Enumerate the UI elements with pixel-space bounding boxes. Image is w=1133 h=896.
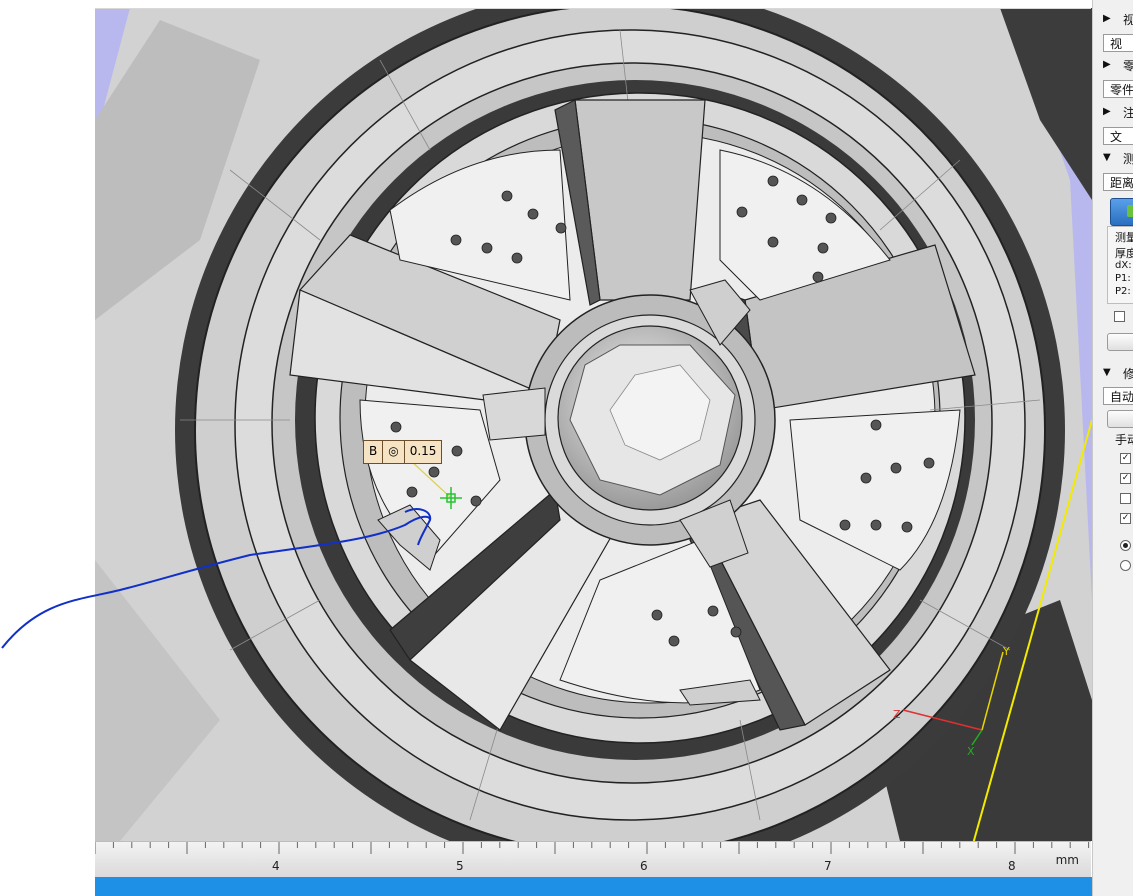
ruler-tick-4: 4 [272, 859, 280, 873]
option-checkbox-4[interactable]: ✓ [1120, 513, 1131, 524]
annotation-value: 0.15 [409, 444, 437, 458]
section-label: 视 [1123, 11, 1133, 28]
expand-arrow-icon: ▶ [1103, 13, 1111, 24]
repair-button[interactable] [1107, 410, 1133, 428]
option-radio-2[interactable] [1120, 560, 1131, 571]
part-field[interactable]: 零件 [1103, 80, 1133, 98]
measure-type-field[interactable]: 距离 [1103, 173, 1133, 191]
ruler: 4 5 6 7 8 mm [95, 841, 1091, 878]
panel-button[interactable] [1107, 333, 1133, 351]
measure-tool-button[interactable] [1110, 198, 1133, 226]
axis-x-label: X [967, 745, 975, 758]
gdt-annotation[interactable]: B ◎ 0.15 [363, 440, 443, 464]
ruler-tick-8: 8 [1008, 859, 1016, 873]
section-label: 零 [1123, 57, 1133, 74]
collapse-arrow-icon: ▼ [1103, 367, 1111, 378]
collapse-arrow-icon: ▼ [1103, 152, 1111, 163]
radio-dot [1123, 543, 1128, 548]
section-annotation-header[interactable]: ▶ 注 [1093, 101, 1133, 123]
section-measure-header[interactable]: ▼ 测 [1093, 147, 1133, 169]
expand-arrow-icon: ▶ [1103, 59, 1111, 70]
measure-label: 测量 [1115, 231, 1133, 244]
p1-label: P1: [1115, 273, 1131, 284]
manual-label: 手动 [1115, 433, 1133, 447]
top-edge [95, 0, 1091, 9]
dx-label: dX: [1115, 260, 1132, 271]
ruler-tick-6: 6 [640, 859, 648, 873]
option-checkbox-3[interactable] [1120, 493, 1131, 504]
view-field[interactable]: 视 [1103, 34, 1133, 52]
axis-z-label: Z [893, 708, 901, 721]
measure-tool-icon [1127, 205, 1133, 217]
repair-mode-field[interactable]: 自动 [1103, 387, 1133, 405]
thickness-label: 厚度 [1115, 247, 1133, 260]
concentricity-icon: ◎ [383, 441, 405, 463]
section-part-header[interactable]: ▶ 零 [1093, 54, 1133, 76]
section-label: 注 [1123, 104, 1133, 121]
axis-y-label: Y [1002, 645, 1010, 658]
section-repair-header[interactable]: ▼ 修 [1093, 362, 1133, 384]
ruler-tick-7: 7 [824, 859, 832, 873]
section-view-header[interactable]: ▶ 视 [1093, 8, 1133, 30]
option-checkbox[interactable] [1114, 311, 1125, 322]
p2-label: P2: [1115, 286, 1131, 297]
3d-viewport[interactable]: Z Y X [0, 0, 1092, 876]
option-checkbox-1[interactable]: ✓ [1120, 453, 1131, 464]
section-label: 修 [1123, 365, 1133, 382]
option-checkbox-2[interactable]: ✓ [1120, 473, 1131, 484]
annotation-field[interactable]: 文 [1103, 127, 1133, 145]
expand-arrow-icon: ▶ [1103, 106, 1111, 117]
ruler-unit: mm [1055, 853, 1079, 867]
annotation-datum: B [364, 441, 384, 463]
status-bar [95, 877, 1133, 896]
ruler-ticks [95, 842, 1090, 854]
wheel-model[interactable]: Z Y X [0, 0, 1092, 876]
option-radio-1[interactable] [1120, 540, 1131, 551]
section-label: 测 [1123, 150, 1133, 167]
side-panel[interactable]: ▶ 视 视 ▶ 零 零件 ▶ 注 文 ▼ 测 距离 测量 厚度 dX: P1: … [1092, 0, 1133, 896]
ruler-tick-5: 5 [456, 859, 464, 873]
